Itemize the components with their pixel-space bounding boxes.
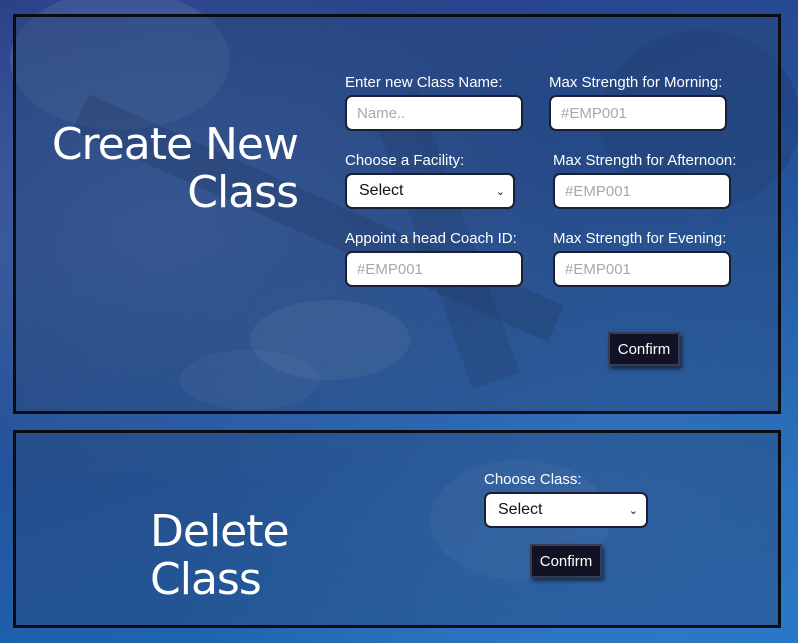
max-morning-label: Max Strength for Morning:	[549, 74, 723, 91]
create-class-panel: Create New Class Enter new Class Name: C…	[13, 14, 781, 414]
facility-select[interactable]: Select ⌄	[345, 173, 515, 209]
choose-class-select-value: Select	[498, 501, 543, 518]
delete-class-panel: Delete Class Choose Class: Select ⌄ Conf…	[13, 430, 781, 628]
choose-class-select[interactable]: Select ⌄	[484, 492, 648, 528]
delete-confirm-button[interactable]: Confirm	[530, 544, 602, 578]
facility-field: Choose a Facility: Select ⌄	[345, 152, 515, 209]
max-evening-field: Max Strength for Evening:	[553, 230, 731, 287]
chevron-down-icon: ⌄	[628, 504, 638, 517]
chevron-down-icon: ⌄	[495, 185, 505, 198]
max-afternoon-field: Max Strength for Afternoon:	[553, 152, 736, 209]
class-name-field: Enter new Class Name:	[345, 74, 523, 131]
choose-class-label: Choose Class:	[484, 471, 582, 488]
max-evening-input[interactable]	[553, 251, 731, 287]
max-morning-field: Max Strength for Morning:	[549, 74, 727, 131]
create-class-title: Create New Class	[51, 119, 299, 218]
class-name-input[interactable]	[345, 95, 523, 131]
facility-label: Choose a Facility:	[345, 152, 465, 169]
create-confirm-button[interactable]: Confirm	[608, 332, 680, 366]
max-evening-label: Max Strength for Evening:	[553, 230, 727, 247]
class-name-label: Enter new Class Name:	[345, 74, 503, 91]
max-afternoon-input[interactable]	[553, 173, 731, 209]
facility-select-value: Select	[359, 182, 404, 199]
head-coach-label: Appoint a head Coach ID:	[345, 230, 517, 247]
head-coach-input[interactable]	[345, 251, 523, 287]
delete-class-title: Delete Class	[150, 506, 290, 605]
head-coach-field: Appoint a head Coach ID:	[345, 230, 523, 287]
choose-class-field: Choose Class: Select ⌄	[484, 471, 648, 528]
max-morning-input[interactable]	[549, 95, 727, 131]
max-afternoon-label: Max Strength for Afternoon:	[553, 152, 737, 169]
